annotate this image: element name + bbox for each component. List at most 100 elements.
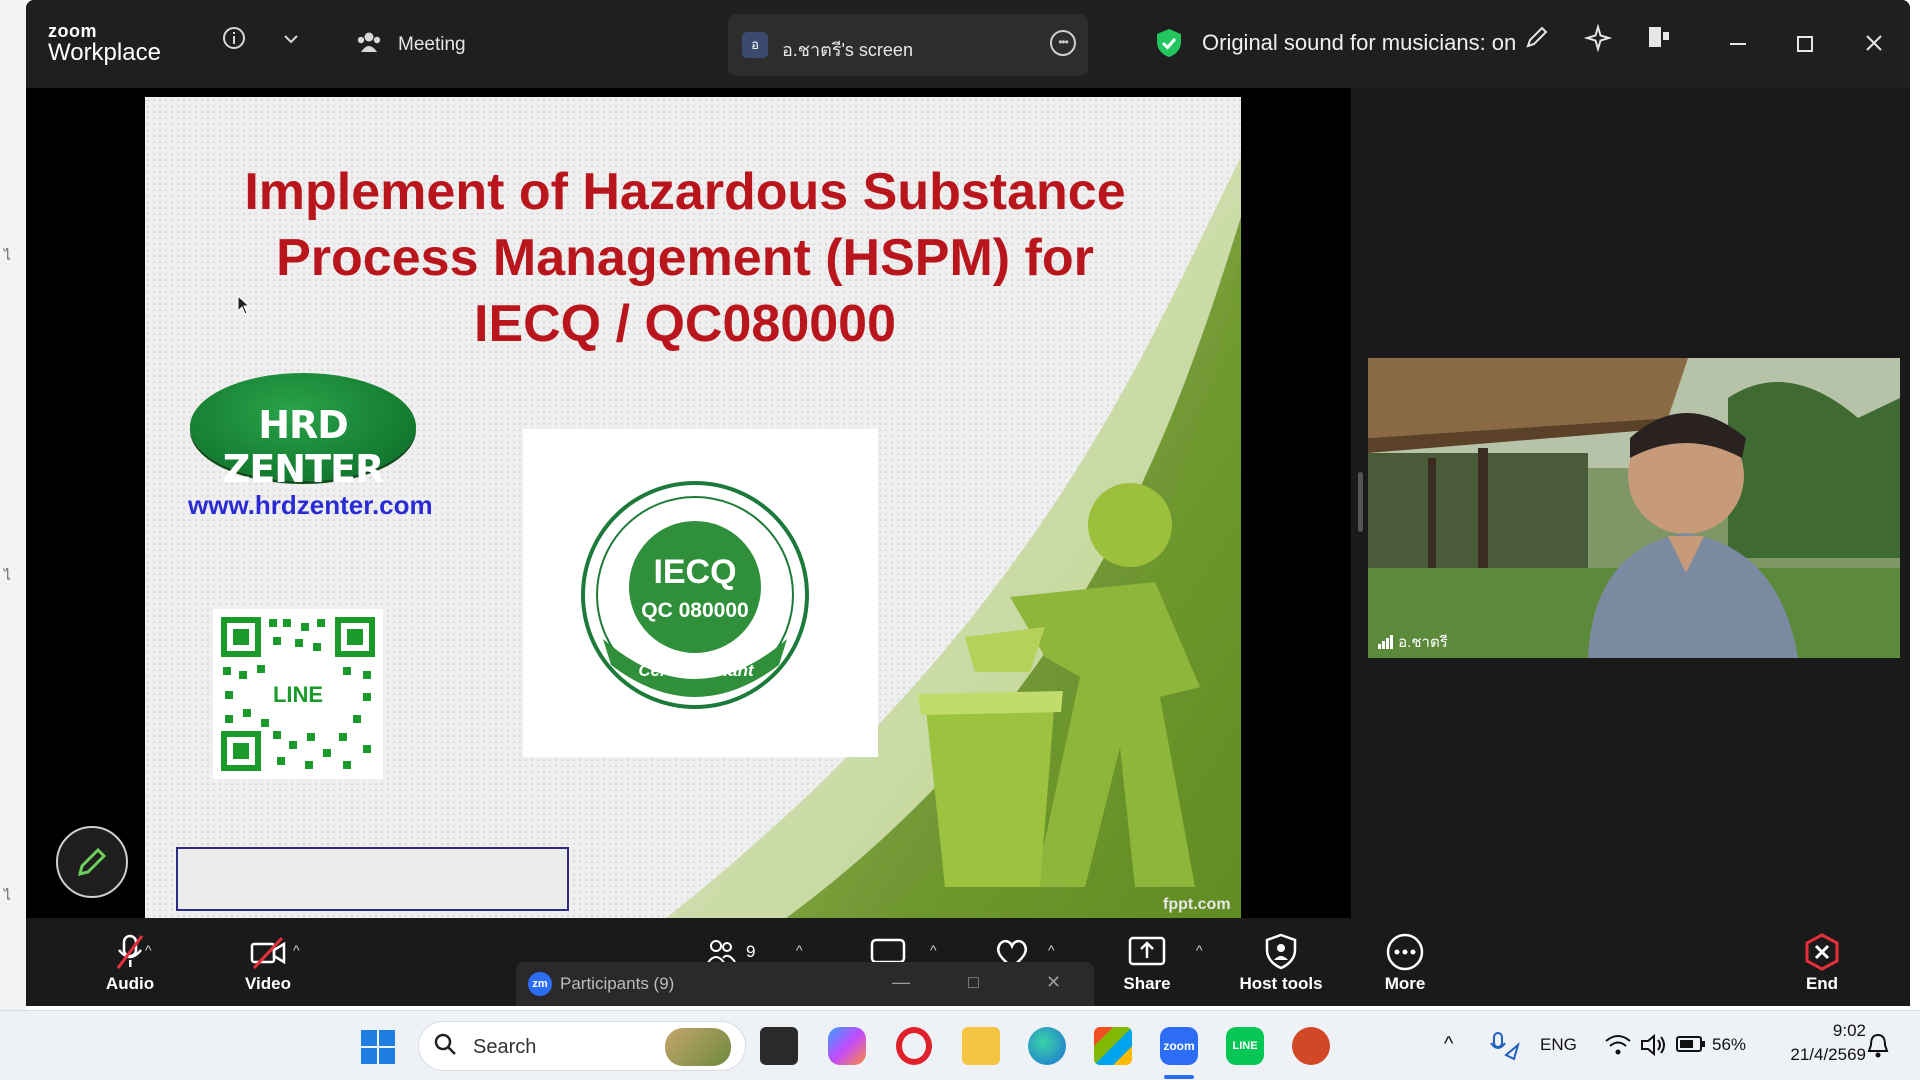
mouse-cursor-icon: [237, 295, 251, 315]
panel-resize-handle[interactable]: [1358, 472, 1363, 532]
video-button[interactable]: Video: [213, 932, 323, 994]
input-language[interactable]: ENG: [1540, 1035, 1577, 1055]
shield-check-icon: [1157, 29, 1181, 57]
slide-title-line-3: IECQ / QC080000: [474, 295, 896, 353]
end-label: End: [1805, 974, 1839, 993]
search-icon: [433, 1032, 457, 1063]
participants-caret-icon[interactable]: ^: [796, 942, 803, 958]
participant-video-tile[interactable]: อ.ชาตรี: [1368, 358, 1900, 658]
participant-video-feed: [1368, 358, 1900, 658]
qr-line-label: LINE: [253, 681, 343, 709]
iecq-certified-seal-icon: [581, 481, 809, 709]
more-label: More: [1384, 974, 1426, 993]
zoom-app-icon: zm: [528, 972, 552, 996]
show-hidden-icons-chevron-icon[interactable]: ^: [1444, 1033, 1453, 1056]
desktop-background: ไ ไ ไ: [0, 0, 26, 1010]
cert-center-bottom: QC 080000: [641, 599, 749, 622]
desktop-glyph: ไ: [4, 889, 11, 904]
slide-title-line-2: Process Management (HSPM) for: [276, 229, 1094, 287]
opera-browser-icon[interactable]: [896, 1027, 932, 1065]
participants-panel-bar[interactable]: zm Participants (9) — □ ✕: [516, 962, 1094, 1006]
search-placeholder: Search: [473, 1036, 537, 1058]
audio-button[interactable]: Audio: [75, 932, 185, 994]
audio-label: Audio: [105, 974, 155, 993]
fppt-credit: fppt.com: [1163, 896, 1231, 913]
screen-share-tab[interactable]: อ อ.ชาตรี's screen •••: [728, 14, 1088, 76]
clock-date[interactable]: 21/4/2569: [1772, 1045, 1866, 1065]
slide-empty-textbox: [176, 847, 569, 911]
title-bar: zoom Workplace Meeting อ อ.ชาตรี's scree…: [26, 0, 1910, 88]
logo-line-2: Workplace: [48, 39, 161, 66]
maximize-icon[interactable]: [1796, 32, 1814, 60]
video-options-caret-icon[interactable]: ^: [293, 942, 300, 958]
battery-icon[interactable]: [1676, 1035, 1706, 1053]
more-options-icon[interactable]: •••: [1050, 30, 1076, 56]
hrd-zenter-logo: HRD ZENTER: [190, 373, 416, 491]
panel-restore-icon[interactable]: □: [968, 972, 979, 993]
cert-center-top: IECQ: [653, 553, 737, 591]
panel-close-icon[interactable]: ✕: [1046, 972, 1061, 993]
copilot-icon[interactable]: [828, 1027, 866, 1065]
view-layout-icon[interactable]: [1646, 24, 1672, 57]
hrd-website-url: www.hrdzenter.com: [188, 490, 433, 520]
participant-name-label: อ.ชาตรี: [1398, 634, 1448, 651]
signal-strength-icon: [1378, 635, 1393, 649]
end-meeting-button[interactable]: End: [1782, 932, 1862, 994]
end-x-icon: [1805, 933, 1839, 971]
zoom-active-indicator: [1164, 1075, 1194, 1079]
meeting-toolbar: Audio ^ Video ^ 9 ^ ^ ^ Share ^ Host too…: [26, 918, 1910, 1006]
original-sound-status[interactable]: Original sound for musicians: on: [1202, 30, 1516, 56]
chat-caret-icon[interactable]: ^: [930, 942, 937, 958]
line-app-icon[interactable]: LINE: [1226, 1027, 1264, 1065]
host-shield-icon: [1265, 933, 1297, 970]
chevron-down-icon[interactable]: [282, 28, 300, 54]
pen-icon: [77, 847, 107, 877]
info-icon[interactable]: [222, 26, 246, 56]
notification-bell-icon[interactable]: [1866, 1033, 1890, 1059]
volume-icon[interactable]: [1640, 1033, 1668, 1057]
edge-browser-icon[interactable]: [1028, 1027, 1066, 1065]
annotate-pen-button[interactable]: [56, 826, 128, 898]
microsoft-store-icon[interactable]: [1094, 1027, 1132, 1065]
share-button[interactable]: Share: [1092, 932, 1202, 994]
video-off-icon: [250, 936, 286, 970]
share-screen-icon: [1128, 936, 1166, 966]
more-dots-icon: [1386, 933, 1424, 971]
windows-start-icon[interactable]: [360, 1029, 396, 1065]
participants-panel-title: Participants (9): [560, 974, 675, 993]
meeting-label[interactable]: Meeting: [398, 34, 466, 56]
audio-options-caret-icon[interactable]: ^: [145, 942, 152, 958]
line-qr-code: LINE: [213, 609, 383, 779]
share-caret-icon[interactable]: ^: [1196, 942, 1203, 958]
file-explorer-icon[interactable]: [962, 1027, 1000, 1065]
hrd-logo-text: HRD ZENTER: [222, 403, 384, 491]
zoom-workplace-logo: zoom Workplace: [48, 22, 161, 65]
screen: ไ ไ ไ zoom Workplace Meeting อ อ.ชาตรี's…: [0, 0, 1920, 1080]
reactions-caret-icon[interactable]: ^: [1048, 942, 1055, 958]
ai-sparkle-icon[interactable]: [1583, 23, 1613, 59]
clock-time[interactable]: 9:02: [1806, 1021, 1866, 1041]
zoom-taskbar-icon[interactable]: zoom: [1160, 1027, 1198, 1065]
desktop-glyph: ไ: [4, 249, 11, 264]
zoom-window: zoom Workplace Meeting อ อ.ชาตรี's scree…: [26, 0, 1910, 1006]
slide-title: Implement of Hazardous Substance Process…: [185, 159, 1185, 357]
meeting-people-icon: [356, 30, 382, 60]
panel-minimize-icon[interactable]: —: [892, 972, 910, 993]
more-button[interactable]: More: [1350, 932, 1460, 994]
cert-bottom-text: Certified Plant: [638, 661, 754, 680]
powerpoint-icon[interactable]: [1292, 1027, 1330, 1065]
annotate-pencil-icon[interactable]: [1524, 24, 1550, 57]
microphone-tray-icon[interactable]: [1488, 1031, 1520, 1061]
taskbar-search-box[interactable]: Search: [418, 1021, 746, 1071]
task-view-icon[interactable]: [760, 1027, 798, 1065]
minimize-icon[interactable]: [1728, 30, 1748, 58]
meeting-stage: Implement of Hazardous Substance Process…: [26, 88, 1910, 919]
share-label: Share: [1123, 974, 1171, 993]
desktop-glyph: ไ: [4, 569, 11, 584]
close-icon[interactable]: [1864, 32, 1884, 60]
battery-percent: 56%: [1712, 1035, 1747, 1054]
host-tools-label: Host tools: [1239, 974, 1323, 993]
shared-slide: Implement of Hazardous Substance Process…: [145, 97, 1241, 919]
host-tools-button[interactable]: Host tools: [1206, 932, 1356, 994]
wifi-icon[interactable]: [1604, 1033, 1632, 1057]
